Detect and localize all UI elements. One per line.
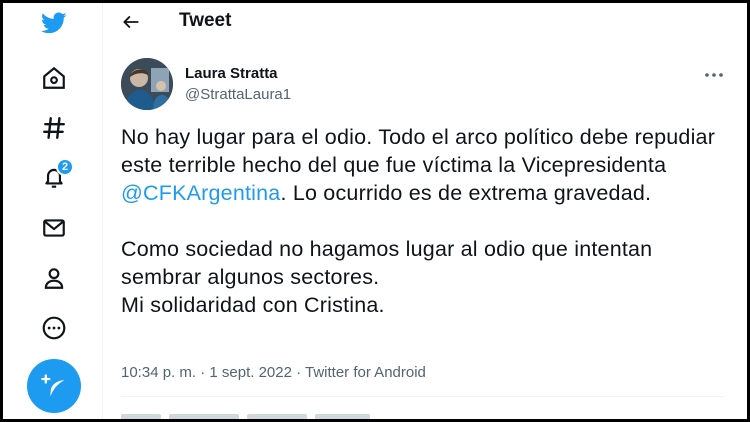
main-column: Tweet Laura Stratta @StrattaLaura1 No ha… xyxy=(104,3,747,419)
engagement-stats-cutoff xyxy=(121,411,421,419)
tweet-paragraph-2-line1: Como sociedad no hagamos lugar al odio q… xyxy=(121,237,653,289)
twitter-bird-icon[interactable] xyxy=(39,8,69,38)
mail-icon[interactable] xyxy=(39,213,69,243)
person-icon[interactable] xyxy=(39,263,69,293)
feather-plus-icon xyxy=(41,374,65,397)
back-button[interactable] xyxy=(118,9,144,35)
page-title: Tweet xyxy=(179,10,232,31)
home-icon[interactable] xyxy=(39,63,69,93)
tweet-text: No hay lugar para el odio. Todo el arco … xyxy=(121,123,736,319)
sidebar: 2 xyxy=(3,3,103,419)
more-circle-icon[interactable] xyxy=(39,313,69,343)
tweet-text-part1: No hay lugar para el odio. Todo el arco … xyxy=(121,125,716,177)
author-name[interactable]: Laura Stratta xyxy=(185,65,278,82)
app-frame: 2 Tweet Laura Stratta @StrattaLaura1 No … xyxy=(3,3,747,419)
compose-tweet-button[interactable] xyxy=(27,359,81,413)
notification-badge: 2 xyxy=(56,158,74,176)
tweet-paragraph-2-line2: Mi solidaridad con Cristina. xyxy=(121,293,385,317)
more-horizontal-icon xyxy=(705,73,723,77)
mention-link[interactable]: @CFKArgentina xyxy=(121,181,280,205)
hashtag-icon[interactable] xyxy=(39,113,69,143)
divider xyxy=(121,396,725,397)
page-header: Tweet xyxy=(104,3,747,41)
tweet-timestamp[interactable]: 10:34 p. m. · 1 sept. 2022 · Twitter for… xyxy=(121,364,426,381)
tweet-text-part2: . Lo ocurrido es de extrema gravedad. xyxy=(280,181,652,205)
tweet-more-button[interactable] xyxy=(702,65,726,85)
author-handle[interactable]: @StrattaLaura1 xyxy=(185,86,291,103)
arrow-left-icon xyxy=(123,16,139,28)
avatar[interactable] xyxy=(121,58,173,110)
